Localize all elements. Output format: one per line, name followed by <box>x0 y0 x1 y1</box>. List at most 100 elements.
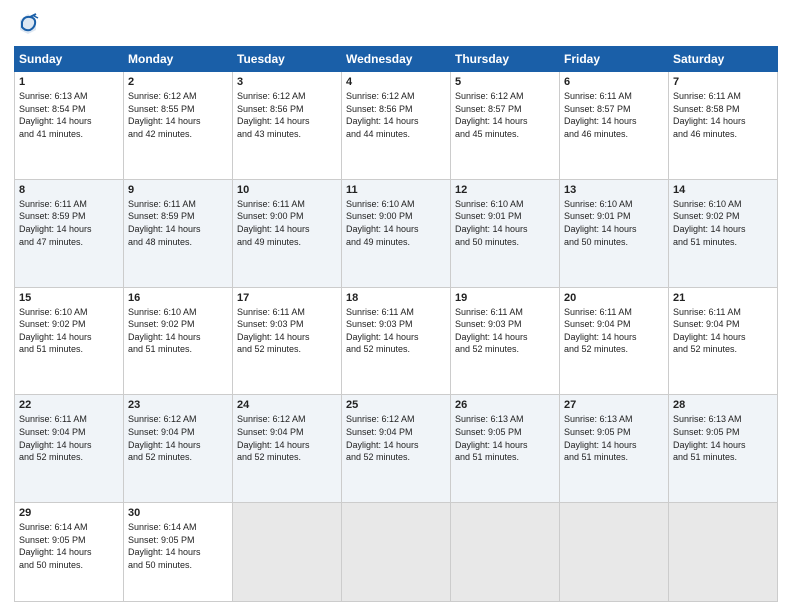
weekday-header: Monday <box>124 47 233 72</box>
weekday-header: Friday <box>560 47 669 72</box>
calendar-cell: 5 Sunrise: 6:12 AMSunset: 8:57 PMDaylight… <box>451 72 560 180</box>
calendar-cell: 21Sunrise: 6:11 AMSunset: 9:04 PMDayligh… <box>669 287 778 395</box>
day-info: Sunrise: 6:12 AMSunset: 9:04 PMDaylight:… <box>346 413 446 463</box>
calendar-cell: 10 Sunrise: 6:11 AMSunset: 9:00 PMDayligh… <box>233 179 342 287</box>
day-info: Sunrise: 6:12 AMSunset: 8:56 PMDaylight:… <box>237 90 337 140</box>
day-info: Sunrise: 6:14 AMSunset: 9:05 PMDaylight:… <box>19 521 119 571</box>
calendar-cell: 30 Sunrise: 6:14 AMSunset: 9:05 PMDayligh… <box>124 503 233 602</box>
day-info: Sunrise: 6:11 AMSunset: 8:58 PMDaylight:… <box>673 90 773 140</box>
day-number: 21 <box>673 292 773 304</box>
day-number: 5 <box>455 76 555 88</box>
calendar-cell: 18 Sunrise: 6:11 AMSunset: 9:03 PMDayligh… <box>342 287 451 395</box>
day-info: Sunrise: 6:11 AMSunset: 8:57 PMDaylight:… <box>564 90 664 140</box>
calendar-cell: 4 Sunrise: 6:12 AMSunset: 8:56 PMDaylight… <box>342 72 451 180</box>
day-info: Sunrise: 6:12 AMSunset: 9:04 PMDaylight:… <box>128 413 228 463</box>
day-number: 28 <box>673 399 773 411</box>
day-number: 23 <box>128 399 228 411</box>
day-info: Sunrise: 6:11 AMSunset: 9:03 PMDaylight:… <box>455 306 555 356</box>
calendar-cell <box>560 503 669 602</box>
day-number: 17 <box>237 292 337 304</box>
day-info: Sunrise: 6:13 AMSunset: 8:54 PMDaylight:… <box>19 90 119 140</box>
day-info: Sunrise: 6:11 AMSunset: 9:04 PMDaylight:… <box>564 306 664 356</box>
calendar-cell: 29 Sunrise: 6:14 AMSunset: 9:05 PMDayligh… <box>15 503 124 602</box>
calendar-cell: 16 Sunrise: 6:10 AMSunset: 9:02 PMDayligh… <box>124 287 233 395</box>
day-number: 18 <box>346 292 446 304</box>
logo-icon <box>14 10 42 38</box>
calendar-cell <box>342 503 451 602</box>
day-number: 24 <box>237 399 337 411</box>
day-number: 29 <box>19 507 119 519</box>
day-info: Sunrise: 6:10 AMSunset: 9:01 PMDaylight:… <box>455 198 555 248</box>
day-info: Sunrise: 6:10 AMSunset: 9:00 PMDaylight:… <box>346 198 446 248</box>
day-info: Sunrise: 6:11 AMSunset: 9:03 PMDaylight:… <box>237 306 337 356</box>
day-info: Sunrise: 6:11 AMSunset: 9:04 PMDaylight:… <box>19 413 119 463</box>
day-number: 15 <box>19 292 119 304</box>
calendar-cell: 3 Sunrise: 6:12 AMSunset: 8:56 PMDaylight… <box>233 72 342 180</box>
calendar-cell: 26Sunrise: 6:13 AMSunset: 9:05 PMDayligh… <box>451 395 560 503</box>
calendar-cell <box>451 503 560 602</box>
calendar-cell: 7Sunrise: 6:11 AMSunset: 8:58 PMDaylight… <box>669 72 778 180</box>
calendar-cell <box>669 503 778 602</box>
weekday-header: Tuesday <box>233 47 342 72</box>
day-number: 10 <box>237 184 337 196</box>
calendar-cell: 22 Sunrise: 6:11 AMSunset: 9:04 PMDayligh… <box>15 395 124 503</box>
day-number: 20 <box>564 292 664 304</box>
calendar-cell: 9 Sunrise: 6:11 AMSunset: 8:59 PMDaylight… <box>124 179 233 287</box>
calendar-cell: 17 Sunrise: 6:11 AMSunset: 9:03 PMDayligh… <box>233 287 342 395</box>
calendar-cell: 27 Sunrise: 6:13 AMSunset: 9:05 PMDayligh… <box>560 395 669 503</box>
calendar-cell: 19 Sunrise: 6:11 AMSunset: 9:03 PMDayligh… <box>451 287 560 395</box>
day-info: Sunrise: 6:13 AMSunset: 9:05 PMDaylight:… <box>455 413 555 463</box>
weekday-header: Sunday <box>15 47 124 72</box>
day-info: Sunrise: 6:12 AMSunset: 9:04 PMDaylight:… <box>237 413 337 463</box>
weekday-header: Saturday <box>669 47 778 72</box>
day-number: 27 <box>564 399 664 411</box>
page: SundayMondayTuesdayWednesdayThursdayFrid… <box>0 0 792 612</box>
header <box>14 10 778 38</box>
day-number: 12 <box>455 184 555 196</box>
day-info: Sunrise: 6:13 AMSunset: 9:05 PMDaylight:… <box>564 413 664 463</box>
day-info: Sunrise: 6:11 AMSunset: 9:03 PMDaylight:… <box>346 306 446 356</box>
day-info: Sunrise: 6:11 AMSunset: 8:59 PMDaylight:… <box>128 198 228 248</box>
calendar: SundayMondayTuesdayWednesdayThursdayFrid… <box>14 46 778 602</box>
calendar-cell: 2 Sunrise: 6:12 AMSunset: 8:55 PMDaylight… <box>124 72 233 180</box>
day-info: Sunrise: 6:12 AMSunset: 8:55 PMDaylight:… <box>128 90 228 140</box>
day-number: 4 <box>346 76 446 88</box>
calendar-cell: 8 Sunrise: 6:11 AMSunset: 8:59 PMDaylight… <box>15 179 124 287</box>
weekday-header: Thursday <box>451 47 560 72</box>
calendar-cell: 24 Sunrise: 6:12 AMSunset: 9:04 PMDayligh… <box>233 395 342 503</box>
day-number: 8 <box>19 184 119 196</box>
day-info: Sunrise: 6:10 AMSunset: 9:02 PMDaylight:… <box>19 306 119 356</box>
calendar-cell: 20 Sunrise: 6:11 AMSunset: 9:04 PMDayligh… <box>560 287 669 395</box>
day-number: 11 <box>346 184 446 196</box>
calendar-cell: 28 Sunrise: 6:13 AMSunset: 9:05 PMDayligh… <box>669 395 778 503</box>
day-number: 6 <box>564 76 664 88</box>
day-info: Sunrise: 6:13 AMSunset: 9:05 PMDaylight:… <box>673 413 773 463</box>
day-info: Sunrise: 6:12 AMSunset: 8:56 PMDaylight:… <box>346 90 446 140</box>
day-info: Sunrise: 6:11 AMSunset: 8:59 PMDaylight:… <box>19 198 119 248</box>
day-info: Sunrise: 6:10 AMSunset: 9:02 PMDaylight:… <box>673 198 773 248</box>
calendar-cell: 14 Sunrise: 6:10 AMSunset: 9:02 PMDayligh… <box>669 179 778 287</box>
day-info: Sunrise: 6:10 AMSunset: 9:01 PMDaylight:… <box>564 198 664 248</box>
day-number: 19 <box>455 292 555 304</box>
day-number: 3 <box>237 76 337 88</box>
day-number: 14 <box>673 184 773 196</box>
logo <box>14 10 46 38</box>
day-number: 2 <box>128 76 228 88</box>
day-info: Sunrise: 6:11 AMSunset: 9:00 PMDaylight:… <box>237 198 337 248</box>
day-number: 13 <box>564 184 664 196</box>
day-number: 9 <box>128 184 228 196</box>
calendar-cell: 11 Sunrise: 6:10 AMSunset: 9:00 PMDayligh… <box>342 179 451 287</box>
calendar-cell: 23 Sunrise: 6:12 AMSunset: 9:04 PMDayligh… <box>124 395 233 503</box>
day-number: 16 <box>128 292 228 304</box>
calendar-cell <box>233 503 342 602</box>
day-info: Sunrise: 6:10 AMSunset: 9:02 PMDaylight:… <box>128 306 228 356</box>
day-info: Sunrise: 6:14 AMSunset: 9:05 PMDaylight:… <box>128 521 228 571</box>
calendar-cell: 1Sunrise: 6:13 AMSunset: 8:54 PMDaylight… <box>15 72 124 180</box>
calendar-cell: 12 Sunrise: 6:10 AMSunset: 9:01 PMDayligh… <box>451 179 560 287</box>
day-number: 30 <box>128 507 228 519</box>
day-number: 22 <box>19 399 119 411</box>
calendar-cell: 15 Sunrise: 6:10 AMSunset: 9:02 PMDayligh… <box>15 287 124 395</box>
calendar-cell: 6 Sunrise: 6:11 AMSunset: 8:57 PMDaylight… <box>560 72 669 180</box>
day-info: Sunrise: 6:12 AMSunset: 8:57 PMDaylight:… <box>455 90 555 140</box>
calendar-cell: 25Sunrise: 6:12 AMSunset: 9:04 PMDayligh… <box>342 395 451 503</box>
